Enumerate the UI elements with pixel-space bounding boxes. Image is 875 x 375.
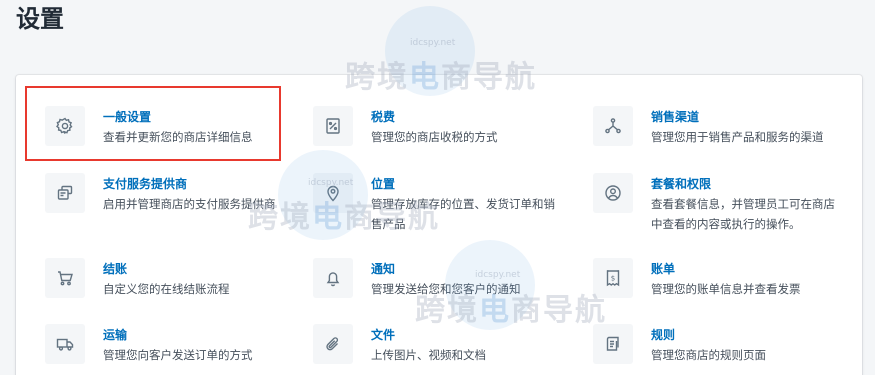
settings-item-desc: 管理您用于销售产品和服务的渠道 [651, 130, 824, 144]
settings-item-desc: 查看并更新您的商店详细信息 [103, 130, 253, 144]
cart-icon [45, 258, 85, 298]
settings-item-title: 规则 [651, 328, 676, 342]
paperclip-icon [313, 324, 353, 364]
settings-item-desc: 自定义您的在线结账流程 [103, 282, 230, 296]
settings-item-payments[interactable]: 支付服务提供商 启用并管理商店的支付服务提供商 [45, 173, 305, 214]
settings-item-billing[interactable]: $ 账单 管理您的账单信息并查看发票 [593, 258, 853, 299]
settings-item-title: 套餐和权限 [651, 177, 712, 191]
settings-item-title: 结账 [103, 262, 128, 276]
settings-item-title: 支付服务提供商 [103, 177, 188, 191]
gear-icon [45, 106, 85, 146]
settings-item-title: 运输 [103, 328, 128, 342]
settings-item-shipping[interactable]: 运输 管理您向客户发送订单的方式 [45, 324, 305, 365]
settings-item-desc: 管理您向客户发送订单的方式 [103, 348, 253, 362]
settings-item-policies[interactable]: 规则 管理您商店的规则页面 [593, 324, 853, 365]
settings-item-title: 税费 [371, 110, 396, 124]
truck-icon [45, 324, 85, 364]
percent-icon [313, 106, 353, 146]
settings-item-plan-permissions[interactable]: 套餐和权限 查看套餐信息，并管理员工可在商店中查看的内容或执行的操作。 [593, 173, 853, 234]
settings-item-title: 销售渠道 [651, 110, 700, 124]
invoice-icon: $ [593, 258, 633, 298]
settings-item-files[interactable]: 文件 上传图片、视频和文档 [313, 324, 573, 365]
settings-item-desc: 上传图片、视频和文档 [371, 348, 486, 362]
settings-item-taxes[interactable]: 税费 管理您的商店收税的方式 [313, 106, 573, 147]
page-title: 设置 [16, 5, 64, 33]
settings-item-general[interactable]: 一般设置 查看并更新您的商店详细信息 [45, 106, 305, 147]
rules-icon [593, 324, 633, 364]
watermark-sub: idcspy.net [410, 38, 456, 48]
settings-item-desc: 管理您的商店收税的方式 [371, 130, 498, 144]
settings-item-title: 通知 [371, 262, 396, 276]
bell-icon [313, 258, 353, 298]
settings-item-notifications[interactable]: 通知 管理发送给您和您客户的通知 [313, 258, 573, 299]
settings-item-title: 一般设置 [103, 110, 152, 124]
settings-item-desc: 管理您的账单信息并查看发票 [651, 282, 801, 296]
settings-item-desc: 管理您商店的规则页面 [651, 348, 766, 362]
settings-item-sales-channels[interactable]: 销售渠道 管理您用于销售产品和服务的渠道 [593, 106, 853, 147]
settings-item-title: 账单 [651, 262, 676, 276]
settings-item-locations[interactable]: 位置 管理存放库存的位置、发货订单和销售产品 [313, 173, 573, 234]
settings-item-desc: 查看套餐信息，并管理员工可在商店中查看的内容或执行的操作。 [651, 197, 835, 231]
settings-item-desc: 管理发送给您和您客户的通知 [371, 282, 521, 296]
channels-icon [593, 106, 633, 146]
location-icon [313, 173, 353, 213]
settings-item-checkout[interactable]: 结账 自定义您的在线结账流程 [45, 258, 305, 299]
settings-item-desc: 启用并管理商店的支付服务提供商 [103, 197, 276, 211]
payment-icon [45, 173, 85, 213]
user-icon [593, 173, 633, 213]
settings-item-title: 文件 [371, 328, 396, 342]
settings-item-desc: 管理存放库存的位置、发货订单和销售产品 [371, 197, 555, 231]
settings-item-title: 位置 [371, 177, 396, 191]
svg-text:$: $ [611, 274, 615, 282]
